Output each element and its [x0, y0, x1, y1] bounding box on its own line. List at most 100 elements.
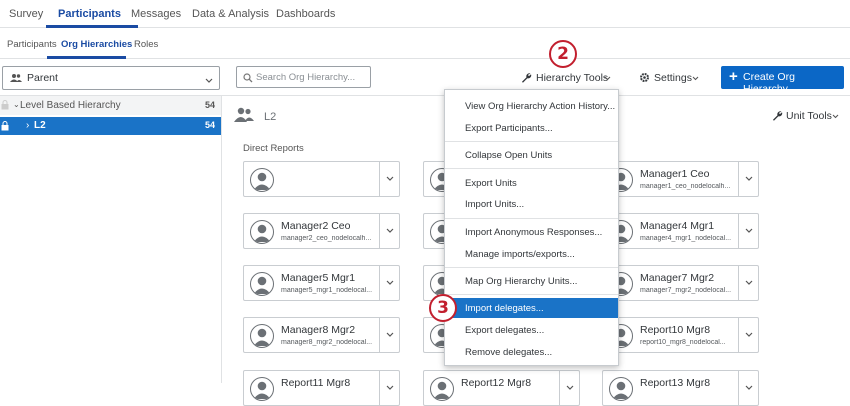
chevron-down-icon — [386, 176, 394, 181]
subtab-roles[interactable]: Roles — [134, 39, 158, 50]
tab-survey[interactable]: Survey — [9, 8, 43, 20]
menu-item-export-participants[interactable]: Export Participants... — [445, 118, 618, 138]
avatar-icon — [250, 168, 274, 192]
person-card[interactable]: Report13 Mgr8 — [602, 370, 759, 406]
chevron-down-icon — [745, 228, 753, 233]
chevron-down-icon — [745, 385, 753, 390]
menu-item-label: View Org Hierarchy Action History... — [465, 101, 616, 112]
caret-right-icon[interactable]: › — [26, 120, 29, 131]
menu-item-remove-delegates[interactable]: Remove delegates... — [445, 342, 618, 362]
menu-divider — [445, 294, 618, 295]
menu-item-export-units[interactable]: Export Units — [445, 173, 618, 193]
caret-down-icon[interactable]: ⌄ — [13, 100, 20, 109]
avatar-icon — [250, 377, 274, 401]
card-menu-button[interactable] — [379, 318, 399, 352]
person-email: manager7_mgr2_nodelocal... — [640, 287, 732, 294]
person-card[interactable]: Report11 Mgr8 — [243, 370, 400, 406]
card-menu-button[interactable] — [379, 266, 399, 300]
person-email: manager4_mgr1_nodelocal... — [640, 235, 732, 242]
create-org-hierarchy-button[interactable]: + Create Org Hierarchy... — [721, 66, 844, 95]
menu-item-label: Manage imports/exports... — [465, 249, 575, 260]
wrench-icon — [773, 111, 783, 121]
menu-item-export-delegates[interactable]: Export delegates... — [445, 320, 618, 340]
card-menu-button[interactable] — [379, 214, 399, 248]
person-name: Report13 Mgr8 — [640, 377, 711, 389]
person-email: manager2_ceo_nodelocalh... — [281, 235, 372, 242]
people-icon — [10, 72, 22, 86]
step-callout-2: 2 — [549, 40, 577, 68]
tree-item-level-based-hierarchy[interactable]: ⌄ Level Based Hierarchy 54 — [0, 96, 221, 115]
settings-label: Settings — [654, 72, 692, 84]
person-card[interactable]: Manager1 Ceo manager1_ceo_nodelocalh... — [602, 161, 759, 197]
menu-item-import-anonymous-responses[interactable]: Import Anonymous Responses... — [445, 222, 618, 242]
card-menu-button[interactable] — [738, 162, 758, 196]
unit-tools-label: Unit Tools — [786, 110, 832, 122]
lock-icon — [1, 121, 9, 134]
menu-item-manage-imports-exports[interactable]: Manage imports/exports... — [445, 244, 618, 264]
direct-reports-label: Direct Reports — [243, 143, 304, 154]
person-name: Manager7 Mgr2 — [640, 272, 715, 284]
tree-item-count: 54 — [204, 100, 215, 110]
menu-item-import-units[interactable]: Import Units... — [445, 194, 618, 214]
card-menu-button[interactable] — [738, 318, 758, 352]
chevron-down-icon — [386, 228, 394, 233]
menu-item-collapse-open-units[interactable]: Collapse Open Units — [445, 145, 618, 165]
tree-item-label: Level Based Hierarchy — [20, 100, 121, 111]
chevron-down-icon — [832, 114, 839, 119]
person-card[interactable]: Manager8 Mgr2 manager8_mgr2_nodelocal... — [243, 317, 400, 353]
card-menu-button[interactable] — [379, 371, 399, 405]
subtab-org-hierarchies[interactable]: Org Hierarchies — [61, 39, 132, 50]
person-card[interactable]: Manager7 Mgr2 manager7_mgr2_nodelocal... — [602, 265, 759, 301]
menu-item-label: Remove delegates... — [465, 347, 553, 358]
parent-select[interactable]: Parent — [2, 66, 220, 90]
person-card[interactable]: Manager5 Mgr1 manager5_mgr1_nodelocal... — [243, 265, 400, 301]
chevron-down-icon — [745, 176, 753, 181]
menu-item-label: Collapse Open Units — [465, 150, 553, 161]
chevron-down-icon — [386, 280, 394, 285]
hierarchy-tools-menu: View Org Hierarchy Action History... Exp… — [444, 89, 619, 366]
tree-item-l2[interactable]: › L2 54 — [0, 117, 221, 135]
menu-divider — [445, 141, 618, 142]
person-email: manager5_mgr1_nodelocal... — [281, 287, 373, 294]
card-menu-button[interactable] — [738, 266, 758, 300]
menu-item-view-action-history[interactable]: View Org Hierarchy Action History... — [445, 96, 618, 116]
chevron-down-icon — [745, 280, 753, 285]
tab-data-analysis[interactable]: Data & Analysis — [192, 8, 269, 20]
person-name: Manager2 Ceo — [281, 220, 351, 232]
menu-item-import-delegates[interactable]: Import delegates... — [445, 298, 618, 318]
menu-item-map-org-hierarchy-units[interactable]: Map Org Hierarchy Units... — [445, 271, 618, 291]
person-card[interactable] — [243, 161, 400, 197]
card-menu-button[interactable] — [738, 371, 758, 405]
chevron-down-icon — [386, 332, 394, 337]
person-name: Manager4 Mgr1 — [640, 220, 715, 232]
person-email: manager1_ceo_nodelocalh... — [640, 183, 731, 190]
person-name: Manager1 Ceo — [640, 168, 710, 180]
avatar-icon — [250, 220, 274, 244]
person-card[interactable]: Manager2 Ceo manager2_ceo_nodelocalh... — [243, 213, 400, 249]
hierarchy-tree: ⌄ Level Based Hierarchy 54 › L2 54 — [0, 96, 222, 383]
menu-item-label: Export Units — [465, 178, 517, 189]
person-card[interactable]: Report10 Mgr8 report10_mgr8_nodelocal... — [602, 317, 759, 353]
chevron-down-icon — [745, 332, 753, 337]
tab-participants[interactable]: Participants — [58, 8, 121, 20]
menu-item-label: Import Anonymous Responses... — [465, 227, 603, 238]
menu-item-label: Export Participants... — [465, 123, 553, 134]
unit-title: L2 — [264, 111, 277, 123]
card-menu-button[interactable] — [379, 162, 399, 196]
tab-messages[interactable]: Messages — [131, 8, 181, 20]
menu-item-label: Export delegates... — [465, 325, 545, 336]
person-card[interactable]: Report12 Mgr8 — [423, 370, 580, 406]
create-org-hierarchy-label: Create Org Hierarchy... — [743, 71, 796, 95]
person-card[interactable]: Manager4 Mgr1 manager4_mgr1_nodelocal... — [602, 213, 759, 249]
tab-dashboards[interactable]: Dashboards — [276, 8, 335, 20]
chevron-down-icon — [692, 76, 699, 81]
card-menu-button[interactable] — [559, 371, 579, 405]
subtab-participants[interactable]: Participants — [7, 39, 57, 50]
search-input[interactable] — [256, 70, 368, 84]
plus-icon: + — [729, 68, 738, 85]
gear-icon — [640, 73, 649, 82]
parent-select-label: Parent — [27, 72, 58, 84]
card-menu-button[interactable] — [738, 214, 758, 248]
search-org-hierarchy[interactable] — [236, 66, 371, 88]
step-callout-3: 3 — [429, 294, 457, 322]
